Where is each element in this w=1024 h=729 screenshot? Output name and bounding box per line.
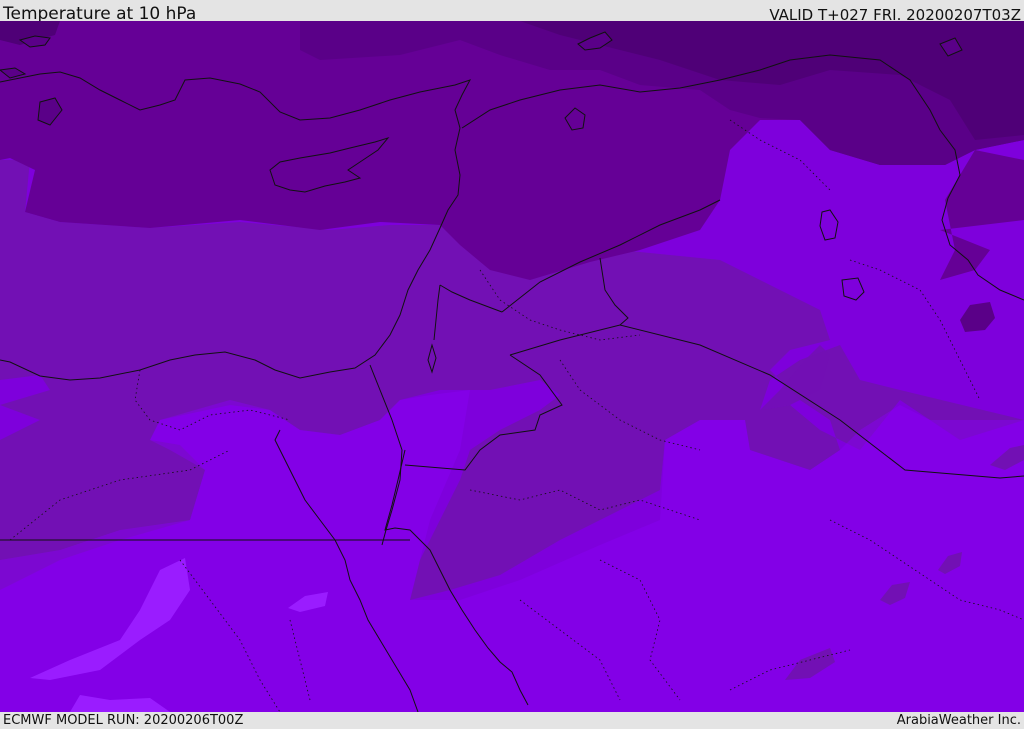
credit-label: ArabiaWeather Inc. xyxy=(896,713,1021,728)
map-footer: ECMWF MODEL RUN: 20200206T00Z ArabiaWeat… xyxy=(0,712,1024,729)
model-run-label: ECMWF MODEL RUN: 20200206T00Z xyxy=(3,713,244,728)
map-header: Temperature at 10 hPa VALID T+027 FRI. 2… xyxy=(0,0,1024,24)
temperature-map xyxy=(0,21,1024,712)
